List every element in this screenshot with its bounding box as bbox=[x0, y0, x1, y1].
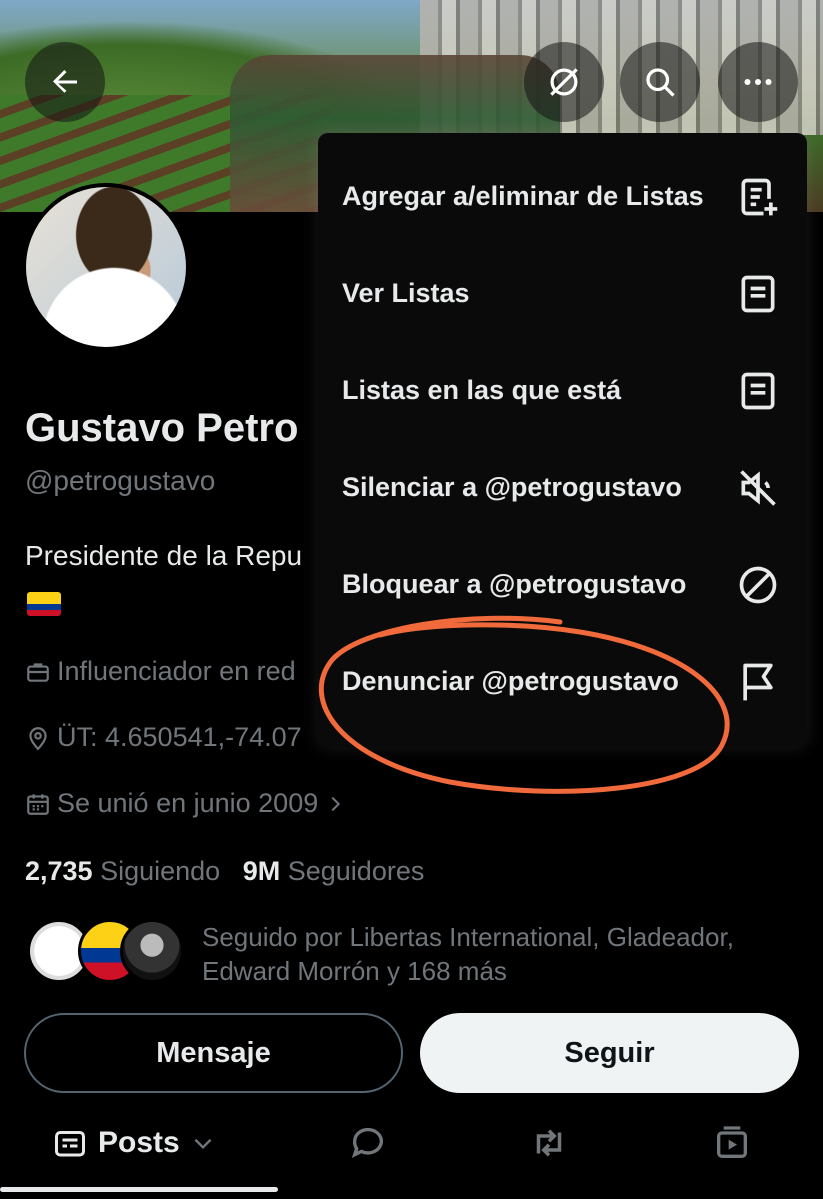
profile-options-menu: Agregar a/eliminar de Listas Ver Listas … bbox=[318, 133, 807, 747]
profile-location: ÜT: 4.650541,-74.07 bbox=[25, 722, 302, 753]
briefcase-icon bbox=[27, 662, 49, 682]
chevron-down-icon bbox=[194, 1138, 212, 1150]
tab-posts-label: Posts bbox=[98, 1126, 180, 1159]
more-options-button[interactable] bbox=[718, 42, 798, 122]
more-horizontal-icon bbox=[744, 79, 772, 85]
menu-item-report[interactable]: Denunciar @petrogustavo bbox=[318, 633, 807, 730]
follow-button[interactable]: Seguir bbox=[420, 1013, 799, 1093]
menu-item-label: Denunciar @petrogustavo bbox=[342, 666, 679, 696]
profile-bio: Presidente de la Repu bbox=[25, 540, 303, 571]
followers-count: 9M bbox=[242, 856, 281, 886]
followers-label: Seguidores bbox=[287, 856, 425, 886]
video-icon bbox=[717, 1126, 747, 1158]
tab-reposts[interactable] bbox=[528, 1108, 570, 1178]
list-add-icon bbox=[735, 174, 781, 220]
profile-avatar[interactable] bbox=[22, 183, 190, 351]
profile-category: Influenciador en red bbox=[25, 656, 296, 687]
calendar-icon bbox=[27, 793, 49, 815]
follower-avatar[interactable] bbox=[120, 919, 184, 983]
block-icon bbox=[735, 562, 781, 608]
menu-item-label: Agregar a/eliminar de Listas bbox=[342, 181, 704, 211]
message-button[interactable]: Mensaje bbox=[24, 1013, 403, 1093]
profile-category-text: Influenciador en red bbox=[57, 656, 296, 686]
following-label: Siguiendo bbox=[100, 856, 221, 886]
menu-item-add-remove-lists[interactable]: Agregar a/eliminar de Listas bbox=[318, 148, 807, 245]
list-icon bbox=[735, 271, 781, 317]
menu-item-lists-member[interactable]: Listas en las que está bbox=[318, 342, 807, 439]
flag-icon bbox=[735, 659, 781, 705]
profile-joined-text: Se unió en junio 2009 bbox=[57, 788, 319, 818]
reply-bubble-icon bbox=[351, 1127, 383, 1158]
tab-active-indicator bbox=[0, 1187, 278, 1192]
tab-replies[interactable] bbox=[348, 1108, 388, 1178]
following-count: 2,735 bbox=[25, 856, 93, 886]
menu-item-view-lists[interactable]: Ver Listas bbox=[318, 245, 807, 342]
search-icon bbox=[646, 68, 675, 97]
menu-item-mute[interactable]: Silenciar a @petrogustavo bbox=[318, 439, 807, 536]
back-arrow-icon bbox=[53, 70, 77, 93]
following-link[interactable]: 2,735 Siguiendo bbox=[25, 856, 220, 886]
menu-item-label: Bloquear a @petrogustavo bbox=[342, 569, 687, 599]
location-pin-icon bbox=[29, 726, 47, 750]
posts-icon bbox=[55, 1131, 85, 1157]
followers-link[interactable]: 9M Seguidores bbox=[243, 856, 425, 886]
repost-icon bbox=[536, 1129, 562, 1157]
back-button[interactable] bbox=[25, 42, 105, 122]
followed-by-text[interactable]: Seguido por Libertas International, Glad… bbox=[202, 920, 812, 988]
colombia-flag-icon bbox=[27, 592, 61, 616]
list-icon bbox=[735, 368, 781, 414]
profile-location-text: ÜT: 4.650541,-74.07 bbox=[57, 722, 302, 752]
menu-item-label: Listas en las que está bbox=[342, 375, 622, 405]
tab-posts[interactable]: Posts bbox=[52, 1108, 216, 1178]
mute-icon bbox=[735, 465, 781, 511]
search-button[interactable] bbox=[620, 42, 700, 122]
menu-item-label: Ver Listas bbox=[342, 278, 470, 308]
grok-icon bbox=[550, 68, 578, 96]
grok-button[interactable] bbox=[524, 42, 604, 122]
profile-name: Gustavo Petro bbox=[25, 406, 299, 450]
menu-item-label: Silenciar a @petrogustavo bbox=[342, 472, 682, 502]
follow-counts: 2,735 Siguiendo 9M Seguidores bbox=[25, 856, 424, 887]
tab-media[interactable] bbox=[712, 1108, 752, 1178]
profile-tabs: Posts bbox=[0, 1108, 823, 1199]
profile-handle: @petrogustavo bbox=[25, 465, 216, 496]
chevron-right-icon bbox=[331, 796, 341, 811]
menu-item-block[interactable]: Bloquear a @petrogustavo bbox=[318, 536, 807, 633]
profile-joined[interactable]: Se unió en junio 2009 bbox=[25, 788, 346, 819]
